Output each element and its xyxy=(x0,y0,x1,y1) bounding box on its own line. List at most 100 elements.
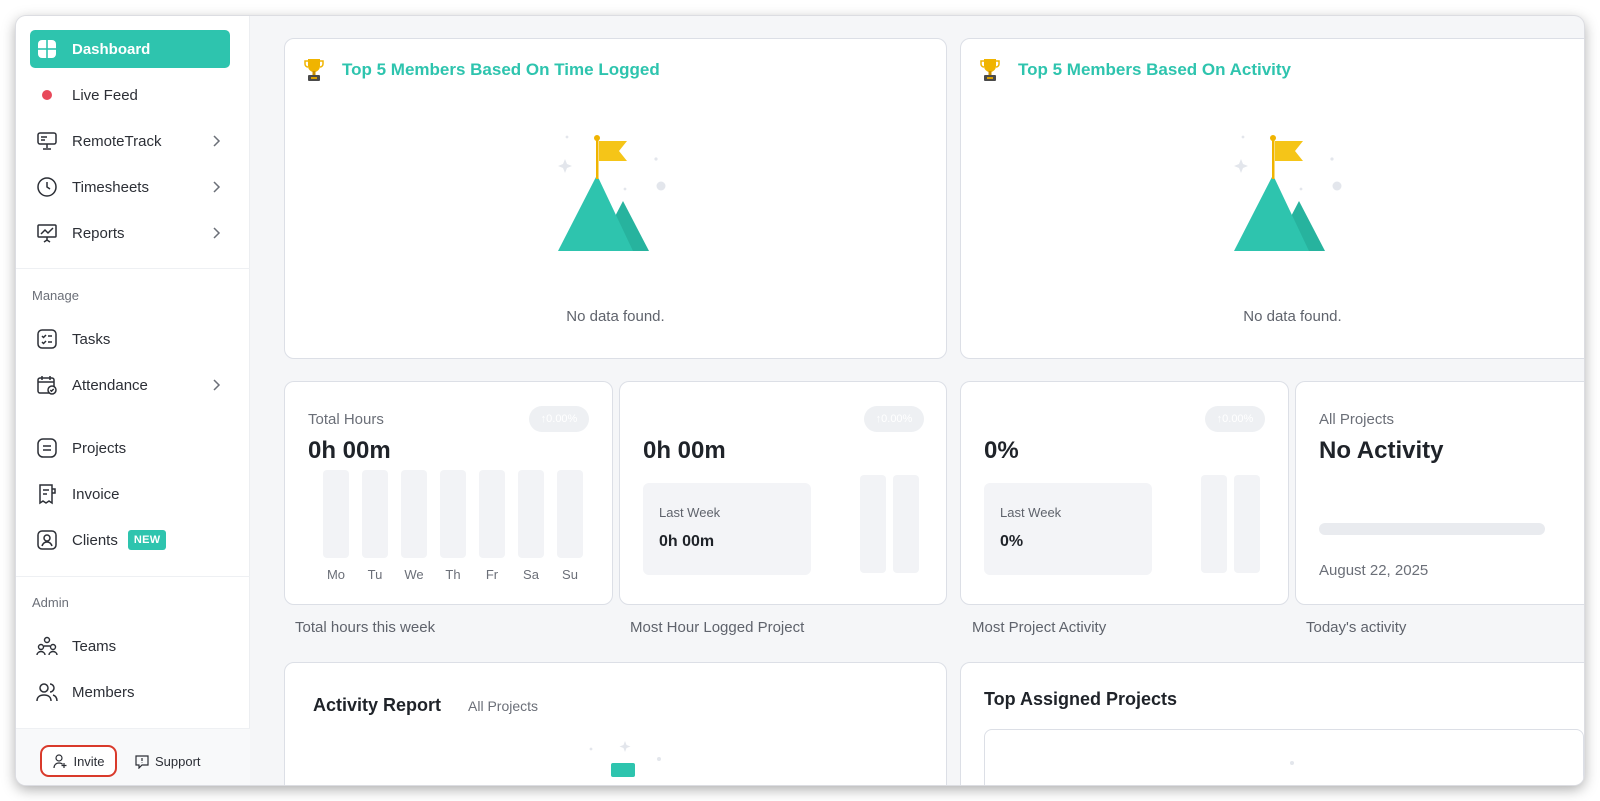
empty-mountain-flag-icon xyxy=(1234,135,1342,251)
sidebar-item-label: RemoteTrack xyxy=(72,132,162,150)
day-label: Mo xyxy=(326,567,346,582)
sidebar-item-label: Reports xyxy=(72,224,125,242)
empty-mountain-flag-icon xyxy=(558,135,666,251)
chevron-right-icon xyxy=(213,135,221,147)
compare-bar xyxy=(860,475,886,573)
last-week-label: Last Week xyxy=(659,505,721,520)
activity-progress-bar xyxy=(1319,523,1545,535)
top-members-activity-card: Top 5 Members Based On Activity No data … xyxy=(960,38,1584,359)
sidebar-item-projects[interactable]: Projects xyxy=(30,429,230,467)
day-bar xyxy=(323,470,349,558)
section-title: Top Assigned Projects xyxy=(984,689,1178,709)
day-label: Fr xyxy=(485,567,499,582)
invite-label: Invite xyxy=(73,753,105,769)
sidebar-item-label: Teams xyxy=(72,637,117,655)
section-label-manage: Manage xyxy=(32,288,79,303)
most-project-activity-card: ↑0.00% 0% Last Week 0% xyxy=(960,381,1289,605)
change-badge: ↑0.00% xyxy=(529,406,589,432)
day-bar xyxy=(557,470,583,558)
last-week-label: Last Week xyxy=(1000,505,1062,520)
teams-icon xyxy=(36,635,58,657)
invite-button[interactable]: Invite xyxy=(40,745,117,777)
top-assigned-projects-card: Top Assigned Projects xyxy=(960,662,1584,785)
day-bar xyxy=(479,470,505,558)
sidebar: Dashboard Live Feed RemoteTrack Timeshee… xyxy=(16,16,250,785)
empty-illustration-icon xyxy=(589,741,661,777)
sidebar-item-attendance[interactable]: Attendance xyxy=(30,366,230,404)
top-members-time-card: Top 5 Members Based On Time Logged No da… xyxy=(284,38,947,359)
support-button[interactable]: Support xyxy=(134,745,201,777)
presentation-chart-icon xyxy=(36,222,58,244)
sidebar-item-live-feed[interactable]: Live Feed xyxy=(30,76,230,114)
chat-help-icon xyxy=(135,755,149,769)
stat-value: No Activity xyxy=(1319,437,1444,464)
day-label: Su xyxy=(562,567,578,582)
project-filter[interactable]: All Projects xyxy=(468,698,538,714)
day-bar xyxy=(440,470,466,558)
dashboard-icon xyxy=(36,38,58,60)
stat-value: 0% xyxy=(984,437,1019,464)
sidebar-item-label: Timesheets xyxy=(72,178,149,196)
stat-value: 0h 00m xyxy=(643,437,726,464)
sidebar-divider xyxy=(16,268,250,269)
activity-date: August 22, 2025 xyxy=(1319,562,1429,579)
sidebar-item-teams[interactable]: Teams xyxy=(30,627,230,665)
support-label: Support xyxy=(155,753,201,769)
sidebar-item-tasks[interactable]: Tasks xyxy=(30,320,230,358)
sidebar-item-label: Clients xyxy=(72,531,118,549)
app-window: Dashboard Live Feed RemoteTrack Timeshee… xyxy=(16,16,1584,785)
trophy-icon xyxy=(304,59,324,81)
last-week-value: 0% xyxy=(1000,533,1024,550)
day-bar xyxy=(518,470,544,558)
card-caption: Total hours this week xyxy=(295,619,436,636)
sidebar-item-label: Dashboard xyxy=(72,40,151,58)
compare-bar xyxy=(1234,475,1260,573)
sidebar-item-remotetrack[interactable]: RemoteTrack xyxy=(30,122,230,160)
last-week-box: Last Week 0h 00m xyxy=(643,483,811,575)
sidebar-item-label: Projects xyxy=(72,439,127,457)
sidebar-divider xyxy=(16,576,250,577)
new-badge: NEW xyxy=(127,530,167,550)
day-bar xyxy=(362,470,388,558)
chevron-right-icon xyxy=(213,379,221,391)
sidebar-item-members[interactable]: Members xyxy=(30,673,230,711)
day-label: Sa xyxy=(523,567,539,582)
user-add-icon xyxy=(53,754,67,769)
most-hour-project-card: ↑0.00% 0h 00m Last Week 0h 00m xyxy=(619,381,947,605)
invoice-icon xyxy=(36,483,58,505)
trophy-icon xyxy=(980,59,1000,81)
sidebar-item-label: Tasks xyxy=(72,330,111,348)
card-caption: Most Hour Logged Project xyxy=(630,619,805,636)
card-caption: Today's activity xyxy=(1306,619,1407,636)
section-label-admin: Admin xyxy=(32,595,69,610)
members-icon xyxy=(36,681,58,703)
sidebar-item-timesheets[interactable]: Timesheets xyxy=(30,168,230,206)
projects-list-container xyxy=(984,729,1584,785)
sparkle-icon xyxy=(1290,761,1294,765)
sidebar-item-invoice[interactable]: Invoice xyxy=(30,475,230,513)
change-badge: ↑0.00% xyxy=(1205,406,1265,432)
calendar-check-icon xyxy=(36,374,58,396)
sidebar-item-clients[interactable]: Clients NEW xyxy=(30,521,230,559)
day-bar xyxy=(401,470,427,558)
compare-bar xyxy=(893,475,919,573)
sidebar-item-label: Members xyxy=(72,683,135,701)
total-hours-card: Total Hours ↑0.00% 0h 00m Mo Tu We Th Fr… xyxy=(284,381,613,605)
client-profile-icon xyxy=(36,529,58,551)
sidebar-item-dashboard[interactable]: Dashboard xyxy=(30,30,230,68)
card-caption: Most Project Activity xyxy=(972,619,1107,636)
monitor-icon xyxy=(36,130,58,152)
task-list-icon xyxy=(36,328,58,350)
compare-bar xyxy=(1201,475,1227,573)
card-title: Top 5 Members Based On Activity xyxy=(1018,60,1292,79)
sidebar-item-reports[interactable]: Reports xyxy=(30,214,230,252)
section-title: Activity Report xyxy=(313,695,442,715)
activity-report-card: Activity Report All Projects xyxy=(284,662,947,785)
chevron-right-icon xyxy=(213,181,221,193)
sidebar-item-label: Invoice xyxy=(72,485,120,503)
last-week-box: Last Week 0% xyxy=(984,483,1152,575)
day-label: Tu xyxy=(367,567,383,582)
stat-label: Total Hours xyxy=(308,411,384,428)
live-dot-icon xyxy=(36,84,58,106)
day-label: Th xyxy=(445,567,461,582)
